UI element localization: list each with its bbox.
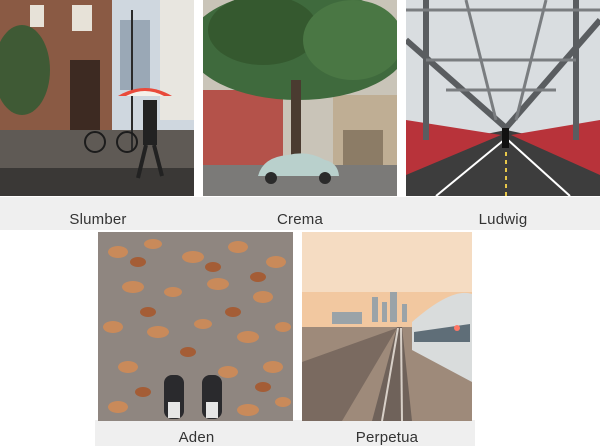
filter-preview-aden [98,232,293,421]
filter-preview-perpetua [302,232,472,421]
filter-name-perpetua: Perpetua [355,429,419,446]
filter-tile-aden[interactable]: Aden [98,232,295,446]
filter-tile-perpetua[interactable]: Perpetua [302,232,472,446]
filter-name-ludwig: Ludwig [478,211,528,228]
filter-name-slumber: Slumber [69,211,127,228]
filter-name-crema: Crema [276,211,323,228]
filter-tile-slumber[interactable]: Slumber [0,0,196,230]
filter-name-aden: Aden [178,429,215,446]
filter-preview-ludwig [406,0,600,196]
filter-tile-crema[interactable]: Crema [203,0,397,230]
filter-tile-ludwig[interactable]: Ludwig [406,0,600,230]
filter-preview-crema [203,0,397,196]
filter-preview-slumber [0,0,194,196]
